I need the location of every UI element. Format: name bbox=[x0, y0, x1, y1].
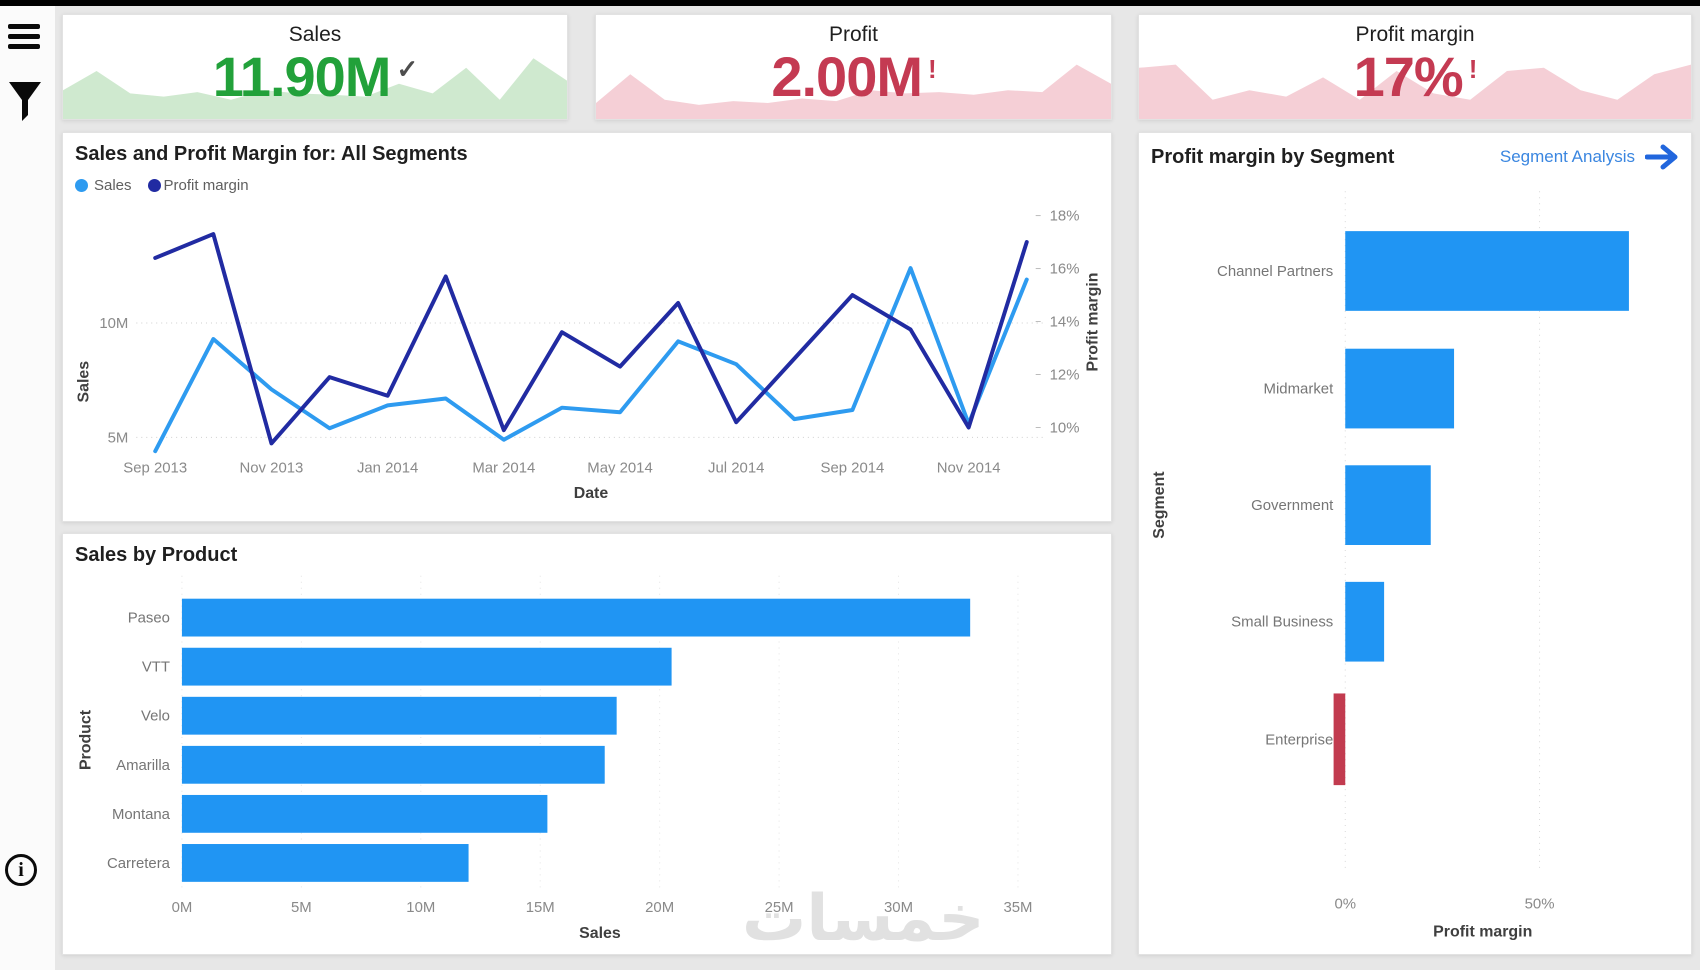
x-axis-tick-label: 5M bbox=[291, 899, 312, 916]
x-axis-tick-label: 20M bbox=[645, 899, 674, 916]
bar-amarilla[interactable] bbox=[181, 745, 605, 784]
menu-icon[interactable] bbox=[8, 24, 42, 54]
check-icon: ✓ bbox=[396, 54, 418, 84]
left-rail: i bbox=[0, 6, 55, 970]
category-label: Carretera bbox=[107, 855, 171, 872]
bar-carretera[interactable] bbox=[181, 844, 469, 882]
category-label: Paseo bbox=[128, 610, 170, 627]
kpi-value-profit: 2.00M! bbox=[771, 45, 937, 108]
x-axis-tick-label: 35M bbox=[1003, 899, 1032, 916]
left-axis-title: Sales bbox=[76, 361, 93, 403]
bar-government[interactable] bbox=[1345, 465, 1431, 545]
sales-margin-line-card: Sales and Profit Margin for: All Segment… bbox=[62, 132, 1112, 522]
x-axis-tick-label: 0M bbox=[172, 899, 193, 916]
line-chart-title: Sales and Profit Margin for: All Segment… bbox=[75, 143, 468, 165]
category-label: Amarilla bbox=[116, 757, 171, 774]
kpi-value-sales: 11.90M ✓ bbox=[212, 45, 418, 108]
x-axis-tick-label: Sep 2013 bbox=[123, 459, 187, 476]
bar-channel-partners[interactable] bbox=[1345, 231, 1629, 311]
profit-margin-legend-dot bbox=[147, 179, 161, 192]
segment-chart-title: Profit margin by Segment bbox=[1151, 145, 1395, 168]
segment-chart-card: Profit margin by Segment Segment Analysi… bbox=[1138, 132, 1692, 955]
x-axis-tick-label: Nov 2014 bbox=[937, 459, 1001, 476]
x-axis-tick-label: 15M bbox=[526, 899, 555, 916]
bar-paseo[interactable] bbox=[181, 598, 971, 637]
top-bar bbox=[0, 0, 1700, 6]
x-axis-title: Date bbox=[574, 485, 609, 502]
right-axis-tick-label: 10% bbox=[1050, 419, 1080, 436]
category-label: Midmarket bbox=[1264, 381, 1335, 398]
category-label: Enterprise bbox=[1265, 731, 1333, 748]
left-axis-tick-label: 5M bbox=[108, 429, 129, 446]
bar-midmarket[interactable] bbox=[1345, 348, 1455, 429]
kpi-title-profit: Profit bbox=[828, 23, 878, 46]
kpi-card-profit[interactable]: Profit 2.00M! bbox=[595, 14, 1112, 120]
x-axis-tick-label: 50% bbox=[1525, 896, 1555, 913]
category-label: Government bbox=[1251, 497, 1334, 514]
x-axis-tick-label: Jan 2014 bbox=[357, 459, 418, 476]
right-axis-tick-label: 14% bbox=[1050, 314, 1080, 331]
info-icon[interactable]: i bbox=[5, 854, 37, 886]
bar-small-business[interactable] bbox=[1345, 581, 1385, 662]
category-label: Small Business bbox=[1231, 614, 1333, 631]
line-chart-legend: Sales Profit margin bbox=[75, 177, 249, 194]
y-axis-title: Segment bbox=[1151, 471, 1168, 539]
left-axis-tick-label: 10M bbox=[99, 315, 128, 332]
kpi-card-profit-margin[interactable]: Profit margin 17%! bbox=[1138, 14, 1692, 120]
x-axis-title: Sales bbox=[579, 925, 621, 942]
arrow-right-icon bbox=[1645, 144, 1678, 170]
right-axis-tick-label: 12% bbox=[1050, 366, 1080, 383]
x-axis-tick-label: Nov 2013 bbox=[240, 459, 304, 476]
x-axis-tick-label: Sep 2014 bbox=[821, 459, 885, 476]
category-label: Velo bbox=[141, 708, 170, 725]
x-axis-tick-label: Jul 2014 bbox=[708, 459, 764, 476]
kpi-title-sales: Sales bbox=[288, 23, 342, 46]
watermark: خمسات bbox=[742, 882, 985, 956]
profit-margin-by-segment-chart: 0% 50% Channel Partners Midmarket Government… bbox=[1151, 191, 1629, 941]
right-axis-tick-label: 16% bbox=[1050, 261, 1080, 278]
category-label: Montana bbox=[112, 806, 171, 823]
x-axis-tick-label: Mar 2014 bbox=[472, 459, 535, 476]
bar-vtt[interactable] bbox=[181, 647, 672, 686]
right-axis-title: Profit margin bbox=[1084, 273, 1101, 372]
bar-enterprise[interactable] bbox=[1333, 693, 1346, 786]
product-chart-title: Sales by Product bbox=[75, 544, 238, 566]
y-axis-title: Product bbox=[77, 709, 94, 770]
bar-montana[interactable] bbox=[181, 794, 548, 833]
x-axis-tick-label: 10M bbox=[406, 899, 435, 916]
x-axis-title: Profit margin bbox=[1433, 924, 1532, 941]
kpi-title-profit-margin: Profit margin bbox=[1355, 23, 1475, 46]
sales-line-series[interactable] bbox=[153, 266, 1029, 454]
category-label: VTT bbox=[142, 659, 170, 676]
x-axis-tick-label: May 2014 bbox=[587, 459, 652, 476]
kpi-value-profit-margin: 17%! bbox=[1353, 45, 1478, 108]
alert-icon: ! bbox=[1468, 54, 1478, 84]
category-label: Channel Partners bbox=[1217, 263, 1333, 280]
legend-item-sales[interactable]: Sales bbox=[75, 177, 132, 194]
profit-margin-line-series[interactable] bbox=[153, 232, 1029, 446]
x-axis-tick-label: 0% bbox=[1334, 896, 1356, 913]
right-axis-tick-label: 18% bbox=[1050, 208, 1080, 225]
filter-icon[interactable] bbox=[7, 80, 43, 124]
bar-velo[interactable] bbox=[181, 696, 617, 735]
segment-analysis-link[interactable]: Segment Analysis bbox=[1500, 143, 1681, 171]
kpi-card-sales[interactable]: Sales 11.90M ✓ bbox=[62, 14, 568, 120]
sales-legend-dot bbox=[75, 179, 88, 192]
alert-icon: ! bbox=[927, 54, 937, 84]
legend-item-profit-margin[interactable]: Profit margin bbox=[147, 177, 249, 194]
